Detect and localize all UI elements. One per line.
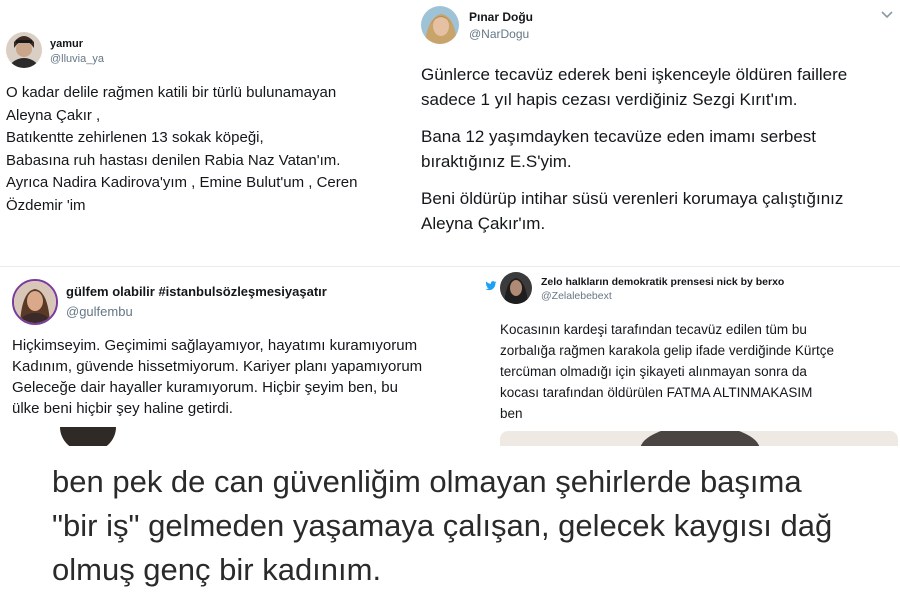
tweet-author-handle[interactable]: @gulfembu: [66, 304, 133, 319]
tweet-text: Hiçkimseyim. Geçimimi sağlayamıyor, haya…: [12, 335, 496, 419]
tweet-text-line: Geleceğe dair hayaller kuramıyorum. Hiçb…: [12, 379, 398, 396]
tweet-text-line: Aleyna Çakır ,: [6, 106, 101, 124]
caption-line: olmuş genç bir kadınım.: [52, 552, 382, 587]
tweet-text-line: kocası tarafından öldürülen FATMA ALTINM…: [500, 385, 813, 400]
tweet-card-pinar-dogu: Pınar Doğu @NarDogu Günlerce tecavüz ede…: [405, 0, 900, 265]
tweet-author-handle[interactable]: @lluvia_ya: [50, 53, 104, 65]
avatar-pinar-dogu[interactable]: [421, 6, 459, 44]
caption-overlay: ben pek de can güvenliğim olmayan şehirl…: [0, 446, 900, 600]
chevron-down-icon[interactable]: [880, 10, 894, 20]
tweet-text-paragraph: Günlerce tecavüz ederek beni işkenceyle …: [421, 65, 848, 109]
tweet-text-line: Özdemir 'im: [6, 196, 86, 214]
tweet-text-line: Babasına ruh hastası denilen Rabia Naz V…: [6, 151, 341, 169]
media-figure: [640, 431, 760, 446]
tweet-text: Kocasının kardeşi tarafından tecavüz edi…: [500, 319, 896, 424]
tweet-text-paragraph: Beni öldürüp intihar süsü verenleri koru…: [421, 189, 844, 233]
tweet-text-line: Kocasının kardeşi tarafından tecavüz edi…: [500, 322, 807, 337]
tweet-author-name[interactable]: yamur: [50, 38, 83, 50]
tweet-card-zelo: Zelo halkların demokratik prensesi nick …: [480, 266, 900, 446]
tweet-card-gulfem: gülfem olabilir #istanbulsözleşmesiyaşat…: [0, 266, 497, 446]
tweet-text: O kadar delile rağmen katili bir türlü b…: [6, 82, 402, 217]
tweet-text-line: Hiçkimseyim. Geçimimi sağlayamıyor, haya…: [12, 337, 418, 354]
tweet-media-image[interactable]: [500, 431, 898, 446]
tweet-text-line: zorbalığa rağmen karakola gelip ifade ve…: [500, 343, 834, 358]
avatar-gulfem[interactable]: [12, 279, 58, 325]
tweet-text-line: Batıkentte zehirlenen 13 sokak köpeği,: [6, 129, 264, 146]
avatar-zelo[interactable]: [500, 272, 532, 304]
tweet-text-line: Ayrıca Nadira Kadirova'yım , Emine Bulut…: [6, 174, 358, 191]
tweet-author-name[interactable]: Zelo halkların demokratik prensesi nick …: [541, 276, 784, 288]
tweet-text-line: tercüman olmadığı için şikayeti alınmaya…: [500, 364, 807, 379]
cropped-avatar: [60, 427, 116, 446]
tweet-text: Günlerce tecavüz ederek beni işkenceyle …: [421, 62, 897, 236]
twitter-bird-icon: [485, 281, 497, 291]
avatar-yamur[interactable]: [6, 32, 42, 68]
tweet-text-line: ben: [500, 406, 523, 421]
caption-line: "bir iş" gelmeden yaşamaya çalışan, gele…: [52, 508, 833, 543]
tweet-author-handle[interactable]: @Zelalebebext: [541, 290, 612, 302]
caption-line: ben pek de can güvenliğim olmayan şehirl…: [52, 464, 802, 499]
tweet-text-line: O kadar delile rağmen katili bir türlü b…: [6, 84, 337, 101]
tweet-card-yamur: yamur @lluvia_ya O kadar delile rağmen k…: [0, 0, 405, 262]
tweet-author-handle[interactable]: @NarDogu: [469, 27, 529, 41]
caption-text: ben pek de can güvenliğim olmayan şehirl…: [52, 460, 892, 592]
tweet-author-name[interactable]: gülfem olabilir #istanbulsözleşmesiyaşat…: [66, 284, 327, 299]
tweet-text-paragraph: Bana 12 yaşımdayken tecavüze eden imamı …: [421, 127, 816, 171]
tweet-author-name[interactable]: Pınar Doğu: [469, 10, 533, 24]
tweet-text-line: ülke beni hiçbir şey haline getirdi.: [12, 400, 233, 417]
tweet-text-line: Kadınım, güvende hissetmiyorum. Kariyer …: [12, 358, 423, 375]
